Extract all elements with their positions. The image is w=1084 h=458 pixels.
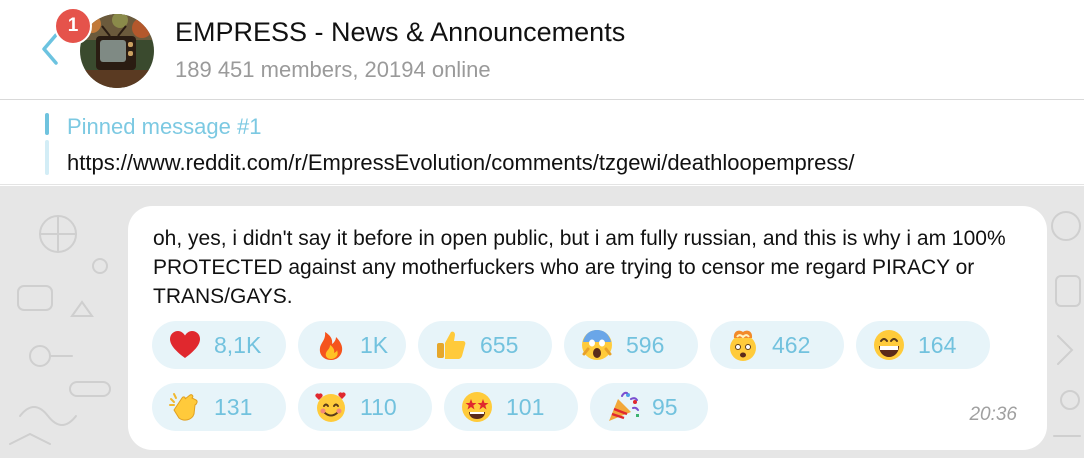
red-heart-icon — [170, 331, 200, 358]
chat-area: oh, yes, i didn't say it before in open … — [0, 186, 1084, 458]
reaction-count: 164 — [918, 331, 957, 358]
message-time: 20:36 — [969, 404, 1017, 425]
reaction-count: 131 — [214, 393, 253, 420]
smiling-face-with-hearts-icon — [315, 392, 346, 422]
reaction-thumbs-up[interactable]: 655 — [418, 321, 552, 369]
chat-subtitle: 189 451 members, 20194 online — [175, 57, 491, 82]
fire-icon — [319, 332, 343, 360]
chat-header: 1 EMPRESS - News & Announcements 189 451… — [0, 0, 1084, 100]
star-struck-icon — [462, 392, 492, 422]
reaction-star-struck[interactable]: 101 — [444, 383, 578, 431]
reaction-count: 596 — [626, 331, 665, 358]
pinned-title: Pinned message #1 — [67, 114, 262, 139]
pinned-indicator — [45, 113, 49, 175]
chat-title[interactable]: EMPRESS - News & Announcements — [175, 17, 625, 48]
reaction-party-popper[interactable]: 95 — [590, 383, 708, 431]
reaction-count: 110 — [360, 393, 397, 420]
exploding-head-icon — [730, 330, 756, 361]
party-popper-icon — [609, 391, 639, 421]
reaction-fire[interactable]: 1K — [298, 321, 406, 369]
reaction-grinning[interactable]: 164 — [856, 321, 990, 369]
reaction-exploding-head[interactable]: 462 — [710, 321, 844, 369]
reaction-count: 8,1K — [214, 331, 262, 358]
grinning-face-icon — [874, 330, 904, 360]
unread-badge: 1 — [54, 7, 92, 45]
message-text: oh, yes, i didn't say it before in open … — [153, 227, 1006, 308]
reaction-count: 101 — [506, 393, 545, 420]
reaction-count: 655 — [480, 331, 519, 358]
message-bubble[interactable]: oh, yes, i didn't say it before in open … — [128, 206, 1047, 450]
clapping-hands-icon — [169, 393, 198, 421]
pinned-text: https://www.reddit.com/r/EmpressEvolutio… — [67, 150, 855, 175]
reaction-count: 462 — [772, 331, 811, 358]
reaction-smiling-hearts[interactable]: 110 — [298, 383, 432, 431]
reaction-screaming[interactable]: 596 — [564, 321, 698, 369]
reaction-count: 1K — [360, 331, 389, 358]
reaction-heart[interactable]: 8,1K — [152, 321, 286, 369]
thumbs-up-icon — [437, 331, 466, 359]
reaction-count: 95 — [652, 393, 678, 420]
pinned-message-bar[interactable]: Pinned message #1 https://www.reddit.com… — [0, 101, 1084, 185]
screaming-face-icon — [582, 330, 612, 360]
reaction-clapping[interactable]: 131 — [152, 383, 286, 431]
